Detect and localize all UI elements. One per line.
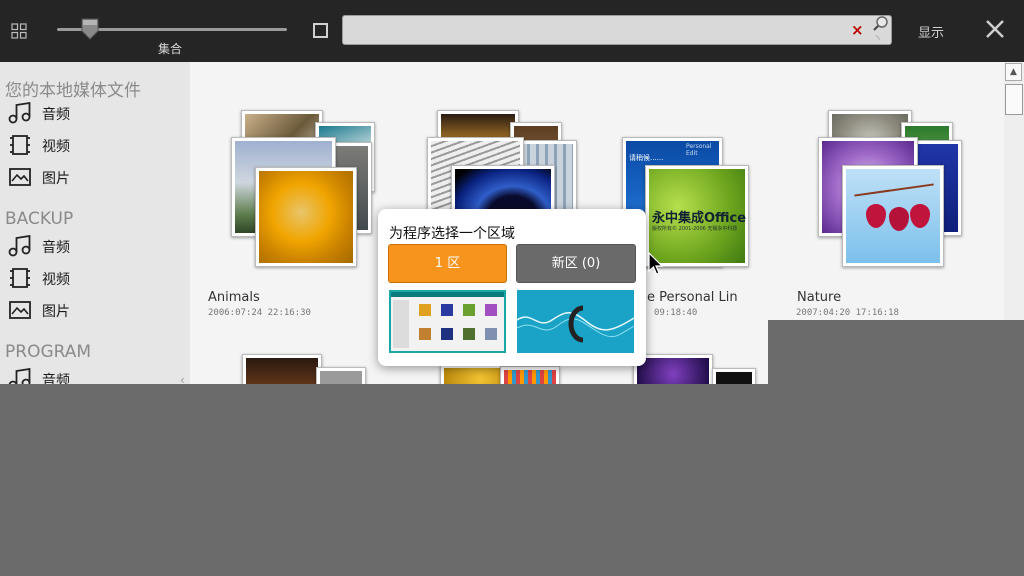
music-icon: [8, 235, 31, 257]
zone-select-dialog: 为程序选择一个区域 1 区 新区 (0): [378, 209, 646, 366]
office-wait-text: 请稍候......: [629, 154, 664, 162]
picture-icon: [9, 301, 31, 319]
office-edition-text: Personal Edit: [686, 143, 712, 157]
collection-name: Animals: [208, 290, 260, 305]
sidebar: 您的本地媒体文件 音频 视频 图片 BACKUP 音频 视频 图片 PROGRA…: [0, 62, 190, 384]
section-title-backup: BACKUP: [5, 209, 74, 229]
film-icon: [10, 135, 30, 155]
scroll-thumb[interactable]: [1005, 84, 1023, 115]
sidebar-item-label: 视频: [42, 139, 70, 155]
vertical-scrollbar[interactable]: ▲: [1004, 62, 1024, 320]
picture-icon: [9, 168, 31, 186]
collapse-sidebar-icon[interactable]: ‹: [180, 373, 185, 384]
photo-thumb: [842, 165, 944, 267]
slider-label: 集合: [157, 42, 182, 56]
sidebar-item-local-audio[interactable]: 音频: [8, 100, 178, 128]
sidebar-item-local-pictures[interactable]: 图片: [8, 164, 178, 192]
collection-name: e Personal Lin: [647, 290, 738, 305]
photo-thumb: [500, 366, 560, 384]
office-copyright-text: 版权所有© 2001-2006 无锡永中科技: [652, 226, 738, 232]
overlay-dim: [768, 320, 1024, 384]
search-icon[interactable]: [872, 15, 890, 43]
collection-date: 09:18:40: [654, 308, 698, 318]
sidebar-item-label: 图片: [42, 171, 70, 187]
photo-thumb: [255, 167, 357, 267]
zone-1-preview[interactable]: [389, 290, 506, 353]
photo-thumb: [712, 368, 756, 384]
display-button[interactable]: 显示: [906, 22, 956, 41]
single-view-button[interactable]: [313, 23, 328, 38]
film-icon: [10, 268, 30, 288]
zoom-slider-thumb[interactable]: [80, 17, 100, 41]
section-title-local: 您的本地媒体文件: [5, 81, 141, 101]
clear-search-icon[interactable]: ×: [851, 21, 864, 39]
zone-1-button[interactable]: 1 区: [388, 244, 507, 283]
grid-view-icon[interactable]: [11, 23, 27, 39]
music-icon: [8, 102, 31, 124]
new-zone-button[interactable]: 新区 (0): [516, 244, 636, 283]
collection-date: 2007:04:20 17:16:18: [796, 308, 899, 318]
close-icon[interactable]: [984, 18, 1006, 40]
sidebar-item-local-video[interactable]: 视频: [8, 132, 178, 160]
scroll-up-button[interactable]: ▲: [1005, 63, 1022, 81]
sidebar-item-backup-video[interactable]: 视频: [8, 265, 178, 293]
music-icon: [8, 368, 31, 384]
sidebar-item-label: 音频: [42, 240, 70, 256]
office-brand-text: 永中集成Office: [652, 211, 747, 226]
section-title-program: PROGRAM: [5, 342, 92, 362]
search-input[interactable]: [342, 15, 892, 45]
collection-name: Nature: [797, 290, 842, 305]
dialog-title: 为程序选择一个区域: [389, 226, 515, 242]
top-toolbar: 集合 × 显示: [0, 0, 1024, 62]
new-zone-preview[interactable]: [517, 290, 634, 353]
sidebar-item-program-audio[interactable]: 音频: [8, 366, 178, 384]
sidebar-item-label: 音频: [42, 373, 70, 384]
sidebar-item-label: 图片: [42, 304, 70, 320]
sidebar-item-label: 视频: [42, 272, 70, 288]
wallpaper-preview: [517, 290, 634, 353]
collection-date: 2006:07:24 22:16:30: [208, 308, 311, 318]
mouse-cursor-icon: [648, 252, 664, 275]
sidebar-item-label: 音频: [42, 107, 70, 123]
photo-thumb: [242, 354, 322, 384]
sidebar-item-backup-pictures[interactable]: 图片: [8, 297, 178, 325]
sidebar-item-backup-audio[interactable]: 音频: [8, 233, 178, 261]
photo-thumb: [316, 367, 366, 384]
